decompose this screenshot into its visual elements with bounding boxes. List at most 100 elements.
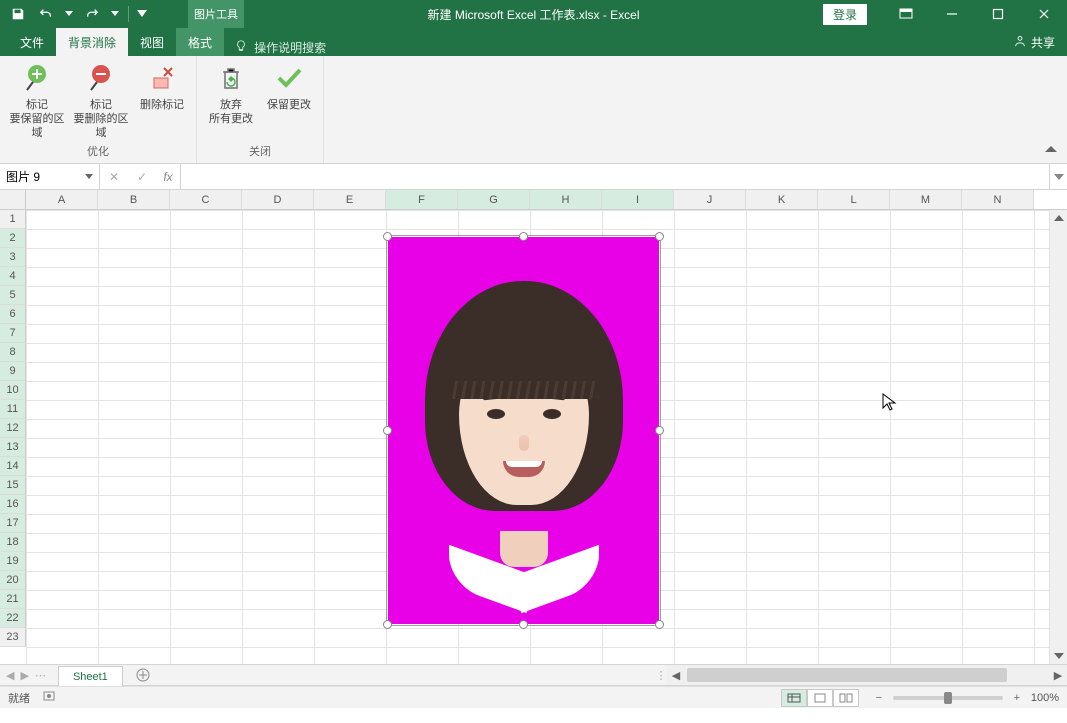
scroll-left-icon[interactable]: ◀ (667, 665, 685, 685)
save-icon[interactable] (6, 2, 30, 26)
formula-input[interactable] (181, 170, 1049, 184)
zoom-in-button[interactable]: + (1009, 692, 1025, 704)
view-page-layout-icon[interactable] (807, 689, 833, 707)
tab-format[interactable]: 格式 (176, 28, 224, 56)
fx-icon[interactable]: fx (156, 170, 180, 184)
ribbon-display-options-icon[interactable] (883, 0, 929, 28)
resize-handle-s[interactable] (519, 620, 528, 629)
row-header-13[interactable]: 13 (0, 438, 26, 457)
row-header-7[interactable]: 7 (0, 324, 26, 343)
mark-remove-button[interactable]: 标记 要删除的区域 (70, 60, 132, 141)
row-header-12[interactable]: 12 (0, 419, 26, 438)
col-header-A[interactable]: A (26, 190, 98, 209)
expand-formula-bar-icon[interactable] (1049, 164, 1067, 189)
row-header-17[interactable]: 17 (0, 514, 26, 533)
redo-dropdown[interactable] (108, 2, 122, 26)
row-header-6[interactable]: 6 (0, 305, 26, 324)
row-header-14[interactable]: 14 (0, 457, 26, 476)
row-header-21[interactable]: 21 (0, 590, 26, 609)
row-header-22[interactable]: 22 (0, 609, 26, 628)
col-header-G[interactable]: G (458, 190, 530, 209)
resize-handle-n[interactable] (519, 232, 528, 241)
selected-image[interactable] (388, 237, 659, 624)
row-header-9[interactable]: 9 (0, 362, 26, 381)
row-header-4[interactable]: 4 (0, 267, 26, 286)
col-header-I[interactable]: I (602, 190, 674, 209)
mark-keep-button[interactable]: 标记 要保留的区域 (6, 60, 68, 141)
sheet-tab[interactable]: Sheet1 (58, 666, 123, 686)
row-header-2[interactable]: 2 (0, 229, 26, 248)
row-header-5[interactable]: 5 (0, 286, 26, 305)
select-all-corner[interactable] (0, 190, 26, 209)
name-box-input[interactable] (0, 170, 80, 184)
cell-grid[interactable] (26, 210, 1067, 664)
col-header-D[interactable]: D (242, 190, 314, 209)
col-header-J[interactable]: J (674, 190, 746, 209)
scroll-up-icon[interactable] (1050, 210, 1067, 228)
resize-handle-se[interactable] (655, 620, 664, 629)
sheet-nav-menu-icon[interactable]: ⋯ (35, 669, 46, 682)
zoom-slider[interactable] (893, 696, 1003, 700)
share-button[interactable]: 共享 (1013, 28, 1055, 56)
row-header-3[interactable]: 3 (0, 248, 26, 267)
row-header-16[interactable]: 16 (0, 495, 26, 514)
name-box[interactable] (0, 164, 100, 189)
delete-mark-button[interactable]: 删除标记 (134, 60, 190, 141)
horizontal-scrollbar[interactable]: ◀ ▶ (667, 665, 1067, 685)
tell-me-search[interactable]: 操作说明搜索 (224, 39, 336, 56)
enter-formula-icon[interactable]: ✓ (128, 164, 156, 189)
resize-handle-w[interactable] (383, 426, 392, 435)
vertical-scrollbar[interactable] (1049, 210, 1067, 664)
col-header-B[interactable]: B (98, 190, 170, 209)
qat-customize[interactable] (135, 2, 149, 26)
row-header-15[interactable]: 15 (0, 476, 26, 495)
col-header-C[interactable]: C (170, 190, 242, 209)
zoom-value[interactable]: 100% (1031, 692, 1059, 704)
minimize-icon[interactable] (929, 0, 975, 28)
close-icon[interactable] (1021, 0, 1067, 28)
scroll-down-icon[interactable] (1050, 646, 1067, 664)
row-header-10[interactable]: 10 (0, 381, 26, 400)
resize-handle-sw[interactable] (383, 620, 392, 629)
hscroll-thumb[interactable] (687, 668, 1007, 682)
col-header-K[interactable]: K (746, 190, 818, 209)
row-header-18[interactable]: 18 (0, 533, 26, 552)
scroll-right-icon[interactable]: ▶ (1049, 665, 1067, 685)
row-header-23[interactable]: 23 (0, 628, 26, 647)
tab-scroll-splitter[interactable]: ⋮ (655, 665, 667, 685)
col-header-N[interactable]: N (962, 190, 1034, 209)
col-header-E[interactable]: E (314, 190, 386, 209)
zoom-out-button[interactable]: − (871, 692, 887, 704)
view-normal-icon[interactable] (781, 689, 807, 707)
resize-handle-nw[interactable] (383, 232, 392, 241)
tab-view[interactable]: 视图 (128, 28, 176, 56)
collapse-ribbon-icon[interactable] (1041, 139, 1061, 159)
login-button[interactable]: 登录 (823, 4, 867, 25)
col-header-H[interactable]: H (530, 190, 602, 209)
redo-icon[interactable] (80, 2, 104, 26)
col-header-F[interactable]: F (386, 190, 458, 209)
sheet-nav-prev-icon[interactable]: ◀ (6, 669, 14, 682)
add-sheet-button[interactable] (129, 665, 157, 685)
col-header-M[interactable]: M (890, 190, 962, 209)
name-box-dropdown[interactable] (80, 174, 98, 180)
row-header-19[interactable]: 19 (0, 552, 26, 571)
view-page-break-icon[interactable] (833, 689, 859, 707)
tab-background-remove[interactable]: 背景消除 (56, 28, 128, 56)
cancel-formula-icon[interactable]: ✕ (100, 164, 128, 189)
undo-icon[interactable] (34, 2, 58, 26)
undo-dropdown[interactable] (62, 2, 76, 26)
keep-changes-button[interactable]: 保留更改 (261, 60, 317, 141)
tab-file[interactable]: 文件 (8, 28, 56, 56)
row-header-1[interactable]: 1 (0, 210, 26, 229)
row-header-8[interactable]: 8 (0, 343, 26, 362)
row-header-20[interactable]: 20 (0, 571, 26, 590)
maximize-icon[interactable] (975, 0, 1021, 28)
row-header-11[interactable]: 11 (0, 400, 26, 419)
macro-record-icon[interactable] (42, 689, 56, 706)
col-header-L[interactable]: L (818, 190, 890, 209)
discard-changes-button[interactable]: 放弃 所有更改 (203, 60, 259, 141)
resize-handle-ne[interactable] (655, 232, 664, 241)
resize-handle-e[interactable] (655, 426, 664, 435)
sheet-nav-next-icon[interactable]: ▶ (20, 669, 28, 682)
